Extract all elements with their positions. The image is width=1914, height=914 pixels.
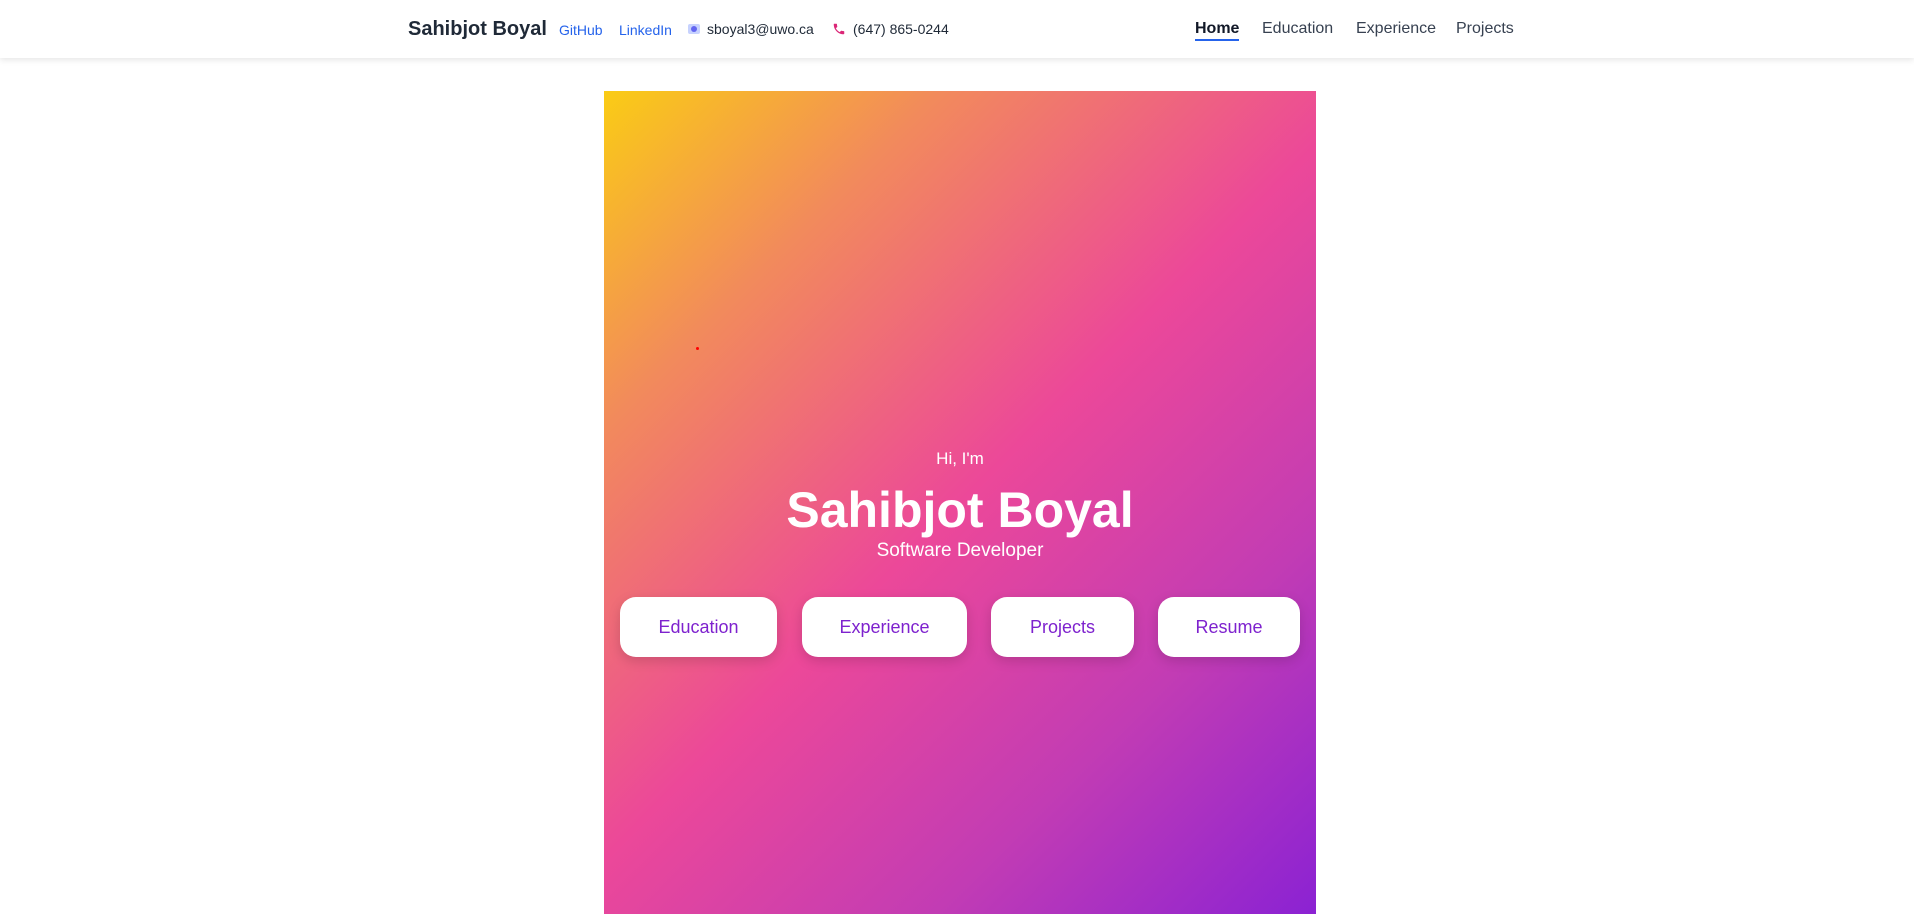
hero-name: Sahibjot Boyal [786,482,1134,538]
experience-button[interactable]: Experience [802,597,967,657]
phone-icon [832,22,846,36]
resume-button[interactable]: Resume [1158,597,1300,657]
hero-role: Software Developer [876,540,1044,561]
top-navbar: Sahibjot Boyal GitHub LinkedIn sboyal3@u… [0,0,1914,58]
site-brand[interactable]: Sahibjot Boyal [408,18,547,41]
nav-education[interactable]: Education [1262,20,1333,38]
cursor-dot [696,347,699,350]
nav-projects[interactable]: Projects [1456,20,1514,38]
education-button[interactable]: Education [620,597,777,657]
email-text: sboyal3@uwo.ca [707,21,814,37]
phone-text: (647) 865-0244 [853,21,949,37]
github-link[interactable]: GitHub [559,22,603,38]
linkedin-link[interactable]: LinkedIn [619,22,672,38]
projects-button[interactable]: Projects [991,597,1134,657]
hero-section: Hi, I'm Sahibjot Boyal Software Develope… [604,91,1316,914]
nav-experience[interactable]: Experience [1356,20,1436,38]
email-icon [688,24,700,34]
nav-home[interactable]: Home [1195,20,1240,41]
email-contact[interactable]: sboyal3@uwo.ca [688,21,814,37]
hero-greeting: Hi, I'm [936,449,984,468]
phone-contact[interactable]: (647) 865-0244 [832,21,949,37]
